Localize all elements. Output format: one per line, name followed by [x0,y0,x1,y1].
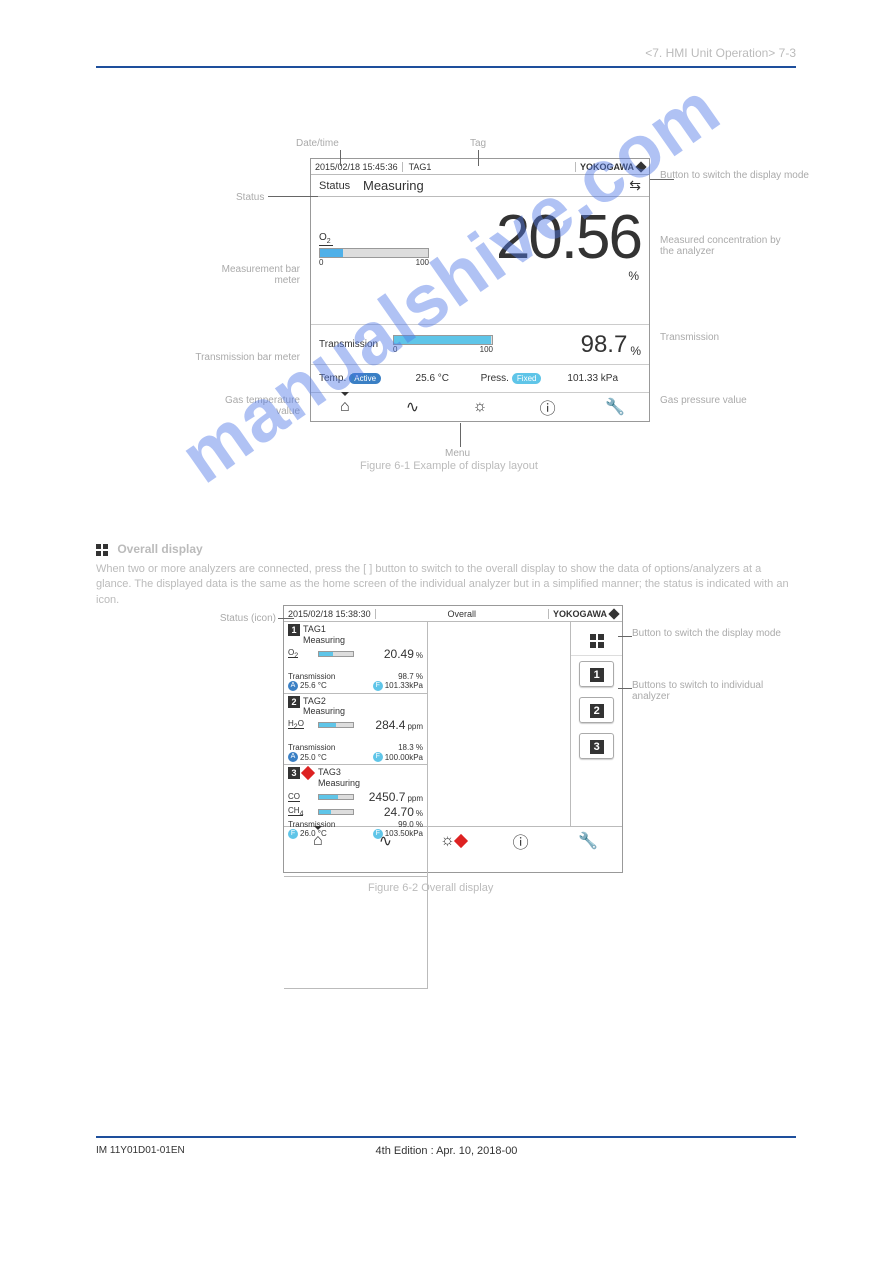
transmission-row: Transmission 0100 98.7 % [311,325,649,365]
trans-value: 98.7 [493,331,627,359]
trend-icon[interactable]: ∿ [370,831,400,851]
trans-label: Transmission [319,339,393,350]
optics-icon[interactable]: ☼ [465,398,495,416]
temp-mode-pill: Active [349,373,381,384]
config-icon[interactable]: 🔧 [573,831,603,851]
tile-1[interactable]: 1 TAG1Measuring O220.49% Transmission98.… [284,622,428,694]
info-icon[interactable]: ⓘ [506,829,536,853]
tile-tag: TAG1 [303,624,345,635]
callout-tag: Tag [470,138,486,149]
fig62-caption: Figure 6-2 Overall display [368,882,493,894]
temp-label: Temp. [319,373,346,384]
calloutB-status: Status (icon) [204,613,276,624]
switch-display-button[interactable]: ⇆ [629,177,641,194]
callout-mbar: Measurement bar meter [200,264,300,286]
trans-bar [393,335,493,345]
gas-scale: 0100 [319,258,429,267]
tag-field: TAG1 [403,162,575,172]
side-nav: 1 2 3 [570,622,622,826]
gas-label: O2 [319,232,333,246]
overall-screen: 2015/02/18 15:38:30 Overall YOKOGAWA 1 T… [283,605,623,873]
nav-button-3[interactable]: 3 [579,733,614,759]
callout-tbar: Transmission bar meter [190,352,300,363]
callout-menu: Menu [445,448,470,459]
tile-2[interactable]: 2 TAG2Measuring H2O284.4ppm Transmission… [284,694,428,766]
gas-bar [319,248,429,258]
tile-3[interactable]: 3 TAG3Measuring CO2450.7ppm CH424.70% Tr… [284,765,428,877]
status-label: Status [319,180,363,192]
trend-icon[interactable]: ∿ [397,397,427,417]
callout-switch: Button to switch the display mode [660,170,809,181]
calloutB-nav: Buttons to switch to individual analyzer [632,680,782,702]
datetime: 2015/02/18 15:38:30 [284,609,376,619]
datetime: 2015/02/18 15:45:36 [311,162,403,172]
nav-button-1[interactable]: 1 [579,661,614,687]
callout-trans: Transmission [660,332,719,343]
temp-press-row: Temp. Active 25.6 °C Press. Fixed 101.33… [311,365,649,393]
nav-button-2[interactable]: 2 [579,697,614,723]
callout-temp: Gas temperature value [200,395,300,417]
main-area: O2 0100 20.56 % [311,197,649,325]
temp-mode-icon: A [288,681,298,691]
page-header: <7. HMI Unit Operation> 7-3 [645,46,796,60]
callout-date: Date/time [296,138,339,149]
fig61-caption: Figure 6-1 Example of display layout [360,460,538,472]
home-icon[interactable]: ⌂ [330,398,360,416]
status-value: Measuring [363,178,424,193]
home-screen: 2015/02/18 15:45:36 TAG1 YOKOGAWA Status… [310,158,650,422]
overall-heading: Overall display [96,542,203,556]
tile-status: Measuring [303,635,345,646]
main-value: 20.56 [496,203,641,272]
press-mode-icon: F [373,681,383,691]
topbar: 2015/02/18 15:38:30 Overall YOKOGAWA [284,606,622,622]
bottom-rule [96,1136,796,1138]
brand: YOKOGAWA [548,609,622,619]
menu-bar: ⌂ ∿ ☼ ⓘ 🔧 [311,393,649,421]
tile-grid: 1 TAG1Measuring O220.49% Transmission98.… [284,622,570,826]
press-mode-pill: Fixed [512,373,542,384]
title: Overall [376,609,548,619]
overall-paragraph: When two or more analyzers are connected… [96,562,796,608]
brand-diamond-icon [608,608,619,619]
callout-press: Gas pressure value [660,395,747,406]
alarm-icon [301,766,315,780]
brand: YOKOGAWA [575,162,649,172]
tile-num: 1 [288,624,300,636]
top-rule [96,66,796,68]
brand-diamond-icon [635,161,646,172]
callout-meas: Measured concentration by the analyzer [660,235,790,257]
calloutB-switch: Button to switch the display mode [632,628,782,639]
footer-edition: 4th Edition : Apr. 10, 2018-00 [0,1145,893,1157]
trans-unit: % [627,344,641,364]
press-label: Press. [481,373,509,384]
temp-value: 25.6 [416,373,435,384]
overall-switch-button[interactable] [571,622,622,656]
config-icon[interactable]: 🔧 [600,397,630,417]
home-icon[interactable]: ⌂ [303,832,333,850]
callout-status: Status [236,192,264,203]
press-value: 101.33 [567,373,598,384]
alarm-nav-icon[interactable]: ☼ [438,832,468,850]
topbar: 2015/02/18 15:45:36 TAG1 YOKOGAWA [311,159,649,175]
info-icon[interactable]: ⓘ [533,395,563,419]
status-row: Status Measuring ⇆ [311,175,649,197]
